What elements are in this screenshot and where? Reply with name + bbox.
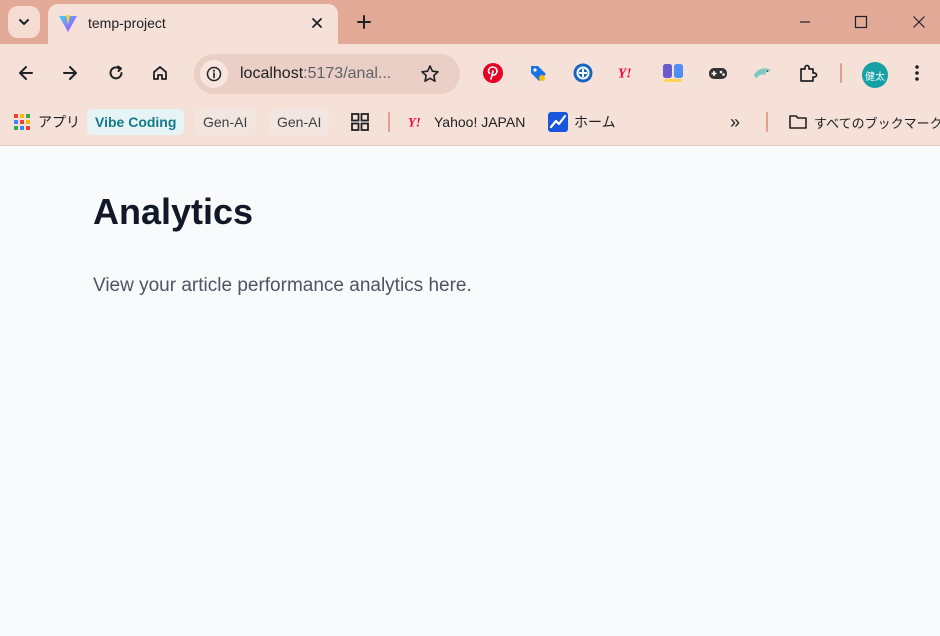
bookmark-apps[interactable]: アプリ bbox=[12, 109, 80, 135]
arrow-right-icon bbox=[63, 66, 77, 80]
tag-icon bbox=[531, 66, 546, 81]
forward-button[interactable] bbox=[56, 59, 84, 87]
arrow-left-icon bbox=[19, 66, 33, 80]
bookmark-home[interactable]: ホーム bbox=[548, 109, 616, 135]
url-text[interactable]: localhost:5173/anal... bbox=[240, 65, 391, 83]
info-icon bbox=[206, 66, 222, 82]
plus-icon bbox=[357, 15, 371, 29]
active-tab[interactable]: temp-project bbox=[48, 4, 338, 44]
new-tab-button[interactable] bbox=[352, 10, 376, 34]
reload-button[interactable] bbox=[102, 59, 130, 87]
vite-logo-icon bbox=[59, 15, 77, 32]
tab-strip: temp-project bbox=[0, 0, 940, 44]
menu-button[interactable] bbox=[906, 62, 928, 84]
bookmark-yahoo-japan[interactable]: Y! Yahoo! JAPAN bbox=[408, 109, 525, 135]
back-button[interactable] bbox=[12, 59, 40, 87]
reload-icon bbox=[109, 65, 123, 80]
home-icon bbox=[153, 66, 167, 80]
yahoo-extension[interactable]: Y! bbox=[617, 62, 639, 84]
minimize-icon bbox=[800, 21, 810, 23]
svg-text:Y!: Y! bbox=[618, 66, 632, 81]
blue-circle-extension[interactable] bbox=[572, 62, 594, 84]
profile-avatar[interactable]: 健太 bbox=[862, 62, 888, 88]
puzzle-icon bbox=[800, 64, 818, 82]
svg-text:Y!: Y! bbox=[408, 116, 421, 130]
bookmark-gen-ai-1[interactable]: Gen-AI bbox=[195, 109, 256, 135]
bookmark-gen-ai-2[interactable]: Gen-AI bbox=[269, 109, 330, 135]
folder-icon bbox=[788, 112, 808, 132]
blue-circle-icon bbox=[573, 63, 593, 83]
bookmark-vibe-coding[interactable]: Vibe Coding bbox=[87, 109, 185, 135]
star-icon bbox=[421, 65, 439, 82]
dolphin-extension[interactable] bbox=[752, 62, 774, 84]
close-icon bbox=[312, 18, 322, 28]
page-description: View your article performance analytics … bbox=[93, 275, 472, 296]
chevron-down-icon bbox=[19, 19, 29, 25]
bookmarks-bar: アプリ Vibe Coding Gen-AI Gen-AI Y! Yahoo! … bbox=[0, 102, 940, 146]
address-bar[interactable]: localhost:5173/anal... bbox=[194, 54, 460, 94]
toolbar-separator bbox=[840, 63, 842, 83]
all-bookmarks-label: すべてのブックマーク bbox=[814, 115, 940, 131]
yahoo-icon: Y! bbox=[618, 66, 632, 81]
kebab-menu-icon bbox=[915, 65, 919, 81]
dolphin-icon bbox=[753, 68, 772, 79]
bookmark-tab-groups[interactable] bbox=[350, 109, 370, 135]
url-path: :5173/anal... bbox=[303, 65, 392, 82]
bookmarks-separator bbox=[388, 112, 390, 132]
page-content: Analytics View your article performance … bbox=[0, 147, 940, 636]
tag-extension[interactable] bbox=[527, 62, 549, 84]
pinterest-icon bbox=[483, 63, 503, 83]
bookmark-yahoo-japan-label: Yahoo! JAPAN bbox=[434, 114, 526, 130]
home-button[interactable] bbox=[146, 59, 174, 87]
pinterest-extension[interactable] bbox=[482, 62, 504, 84]
page-title: Analytics bbox=[93, 191, 254, 232]
gamepad-extension[interactable] bbox=[707, 62, 729, 84]
tab-search-button[interactable] bbox=[8, 6, 40, 38]
all-bookmarks-folder[interactable]: すべてのブックマーク bbox=[788, 109, 940, 135]
url-host: localhost bbox=[240, 65, 304, 82]
close-window-button[interactable] bbox=[904, 8, 934, 36]
tab-title: temp-project bbox=[88, 15, 166, 31]
bookmark-home-label: ホーム bbox=[574, 114, 616, 130]
bookmark-apps-label: アプリ bbox=[38, 114, 80, 130]
apps-grid-icon bbox=[12, 112, 32, 132]
gamepad-icon bbox=[709, 68, 727, 79]
maximize-icon bbox=[854, 15, 868, 29]
translate-icon bbox=[663, 64, 683, 82]
translate-extension[interactable] bbox=[662, 62, 684, 84]
yahoo-icon: Y! bbox=[408, 112, 428, 132]
site-info-button[interactable] bbox=[200, 60, 228, 88]
tab-groups-icon bbox=[351, 113, 369, 131]
bookmark-star-button[interactable] bbox=[418, 62, 442, 86]
extensions-button[interactable] bbox=[797, 62, 819, 84]
browser-toolbar: localhost:5173/anal... Y! bbox=[0, 44, 940, 102]
chart-app-icon bbox=[548, 112, 568, 132]
bookmarks-overflow-button[interactable]: » bbox=[730, 109, 740, 135]
tab-close-button[interactable] bbox=[306, 12, 328, 34]
maximize-button[interactable] bbox=[846, 8, 876, 36]
close-icon bbox=[913, 16, 925, 28]
minimize-button[interactable] bbox=[790, 8, 820, 36]
bookmarks-separator-2 bbox=[766, 112, 768, 132]
